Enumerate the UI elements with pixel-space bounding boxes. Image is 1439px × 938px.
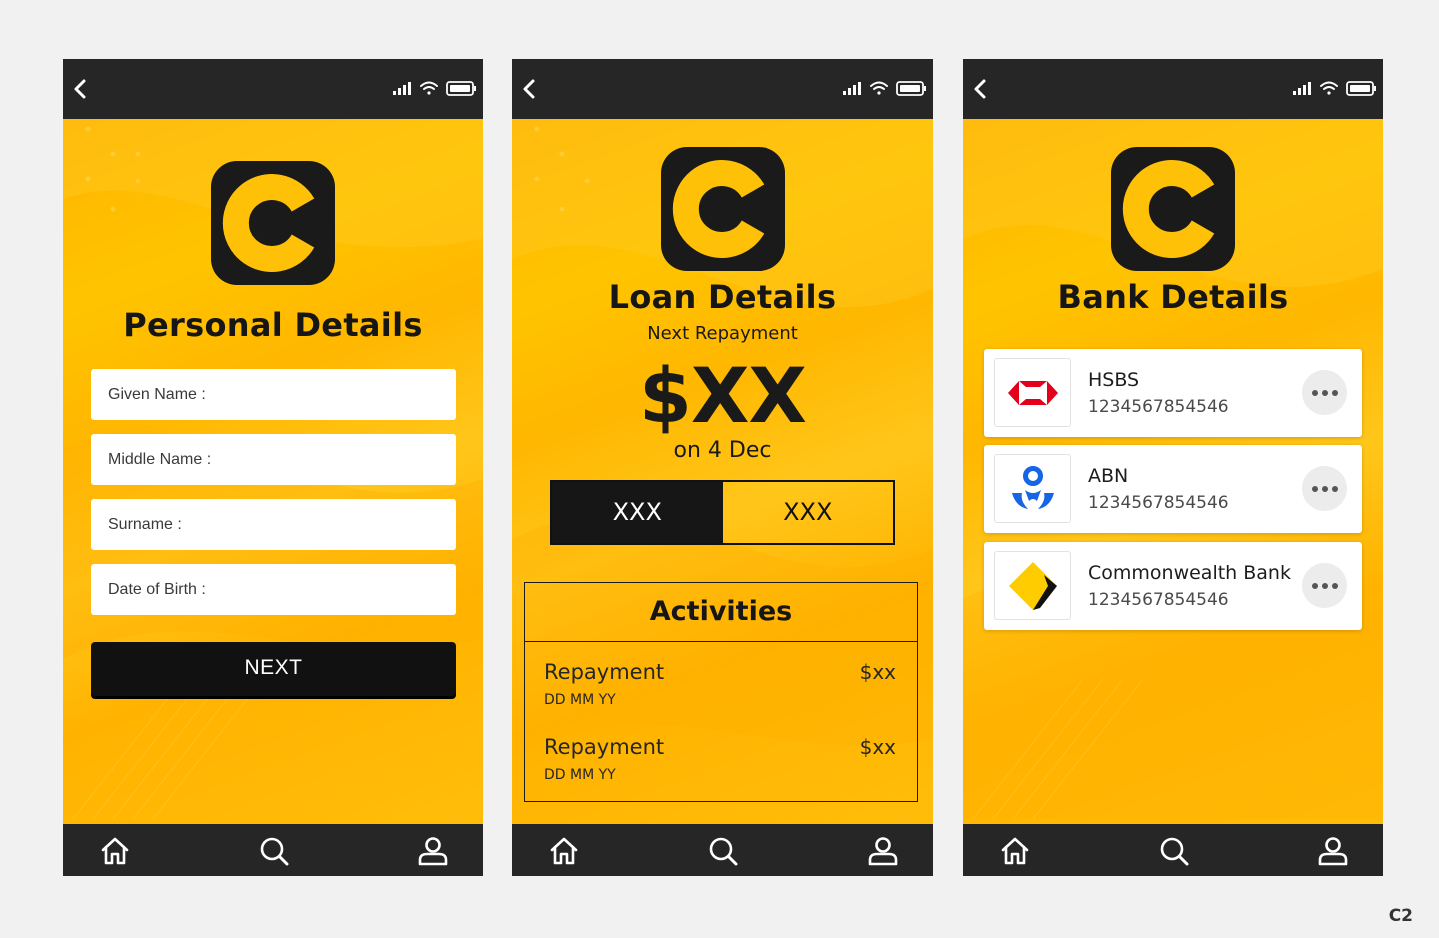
wifi-icon: [870, 81, 888, 95]
battery-icon: [896, 81, 926, 96]
activity-label: Repayment: [544, 735, 665, 759]
hsbc-logo: [994, 358, 1071, 427]
toggle-option-right[interactable]: XXX: [723, 482, 894, 543]
page-title: Bank Details: [1057, 278, 1289, 316]
user-icon[interactable]: [1317, 835, 1349, 867]
user-icon[interactable]: [417, 835, 449, 867]
battery-icon: [446, 81, 476, 96]
bank-card-hsbs[interactable]: HSBS 1234567854546: [984, 349, 1362, 437]
page-title: Personal Details: [123, 306, 423, 344]
bottom-nav: [512, 824, 933, 876]
search-icon[interactable]: [707, 835, 739, 867]
status-icons: [1293, 81, 1376, 96]
app-logo: [1111, 147, 1235, 271]
activities-title: Activities: [525, 583, 917, 642]
home-icon[interactable]: [999, 835, 1031, 867]
repayment-amount: $XX: [638, 351, 807, 440]
battery-icon: [1346, 81, 1376, 96]
activity-amount: $xx: [859, 735, 896, 759]
more-horizontal-icon[interactable]: [1302, 466, 1347, 511]
middle-name-field[interactable]: Middle Name :: [91, 434, 456, 485]
date-of-birth-field[interactable]: Date of Birth :: [91, 564, 456, 615]
home-icon[interactable]: [548, 835, 580, 867]
app-logo: [660, 147, 785, 271]
status-bar: [63, 59, 483, 119]
bottom-nav: [63, 824, 483, 876]
bank-card-abn[interactable]: ABN 1234567854546: [984, 445, 1362, 533]
bank-account-number: 1234567854546: [1088, 590, 1229, 610]
bank-account-number: 1234567854546: [1088, 397, 1229, 417]
activity-date: DD MM YY: [544, 767, 616, 783]
search-icon[interactable]: [1158, 835, 1190, 867]
status-icons: [393, 81, 476, 96]
toggle-group: XXX XXX: [550, 480, 895, 545]
loan-details-screen: Loan Details Next Repayment $XX on 4 Dec…: [512, 59, 933, 876]
bank-name: HSBS: [1088, 369, 1140, 391]
bank-card-commonwealth[interactable]: Commonwealth Bank 1234567854546: [984, 542, 1362, 630]
bank-details-screen: Bank Details HSBS 1234567854546 ABN 1234…: [963, 59, 1383, 876]
due-date-label: on 4 Dec: [673, 438, 772, 463]
activities-panel: Activities Repayment DD MM YY $xx Repaym…: [524, 582, 918, 802]
status-icons: [843, 81, 926, 96]
activity-row[interactable]: Repayment DD MM YY $xx: [525, 717, 917, 792]
search-icon[interactable]: [258, 835, 290, 867]
signal-icon: [843, 82, 861, 95]
bank-account-number: 1234567854546: [1088, 493, 1229, 513]
chevron-left-icon[interactable]: [69, 77, 93, 101]
app-logo: [211, 161, 335, 285]
status-bar: [512, 59, 933, 119]
anz-logo: [994, 454, 1071, 523]
page-title: Loan Details: [608, 278, 837, 316]
wifi-icon: [420, 81, 438, 95]
status-bar: [963, 59, 1383, 119]
more-horizontal-icon[interactable]: [1302, 370, 1347, 415]
activity-label: Repayment: [544, 660, 665, 684]
given-name-field[interactable]: Given Name :: [91, 369, 456, 420]
chevron-left-icon[interactable]: [969, 77, 993, 101]
bank-name: ABN: [1088, 465, 1129, 487]
bottom-nav: [963, 824, 1383, 876]
signal-icon: [1293, 82, 1311, 95]
commbank-logo: [994, 551, 1071, 620]
surname-field[interactable]: Surname :: [91, 499, 456, 550]
home-icon[interactable]: [99, 835, 131, 867]
next-button[interactable]: NEXT: [91, 642, 456, 696]
more-horizontal-icon[interactable]: [1302, 563, 1347, 608]
bank-name: Commonwealth Bank: [1088, 562, 1291, 584]
activity-amount: $xx: [859, 660, 896, 684]
next-repayment-label: Next Repayment: [647, 323, 798, 344]
signal-icon: [393, 82, 411, 95]
corner-label: C2: [1388, 906, 1413, 926]
user-icon[interactable]: [867, 835, 899, 867]
wifi-icon: [1320, 81, 1338, 95]
toggle-option-left[interactable]: XXX: [552, 482, 723, 543]
activity-row[interactable]: Repayment DD MM YY $xx: [525, 642, 917, 717]
chevron-left-icon[interactable]: [518, 77, 542, 101]
personal-details-screen: Personal Details Given Name : Middle Nam…: [63, 59, 483, 876]
activity-date: DD MM YY: [544, 692, 616, 708]
